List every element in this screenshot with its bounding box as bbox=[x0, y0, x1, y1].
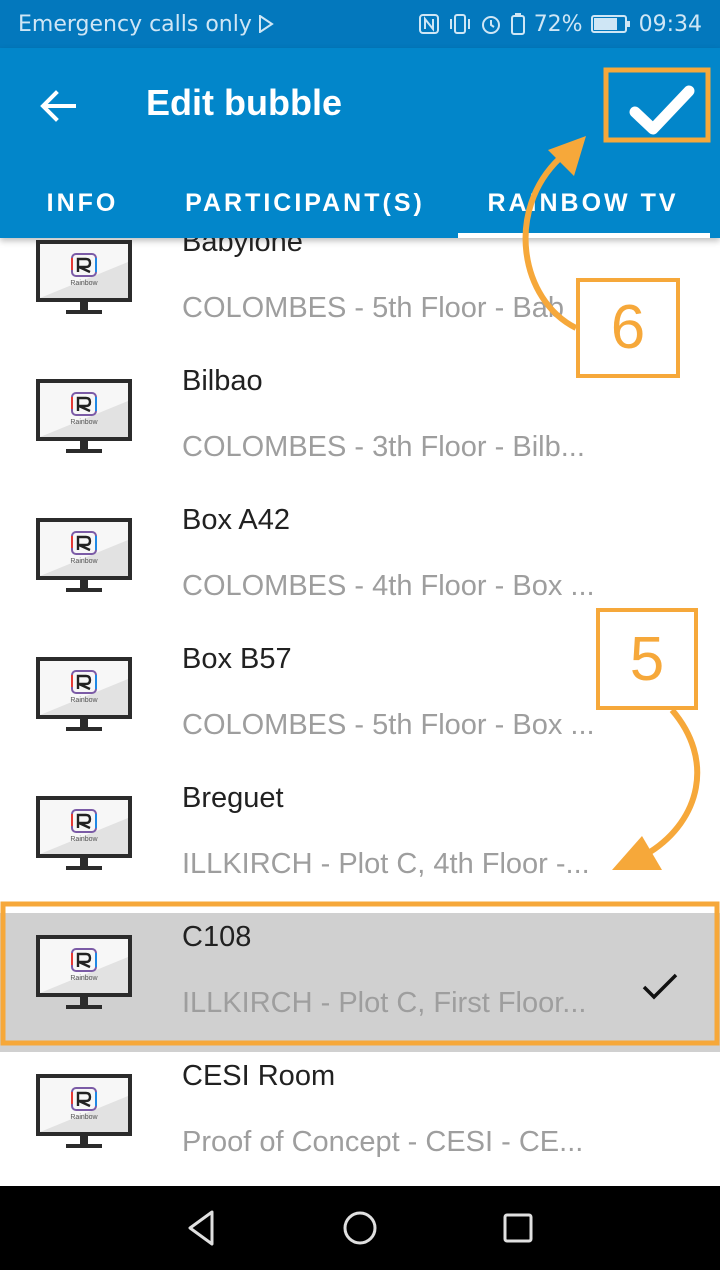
rainbow-tv-icon: Rainbow bbox=[34, 516, 134, 598]
room-name: Box A42 bbox=[182, 504, 291, 536]
room-list-item[interactable]: Rainbow CESI Room Proof of Concept - CESI … bbox=[0, 1052, 720, 1186]
app-bar: Edit bubble INFO PARTICIPANT(S) RAINBOW … bbox=[0, 48, 720, 238]
room-location: COLOMBES - 5th Floor - Box ... bbox=[182, 709, 595, 741]
rainbow-tv-icon: Rainbow bbox=[34, 933, 134, 1015]
room-name: Box B57 bbox=[182, 643, 292, 675]
room-list-item[interactable]: Rainbow Breguet ILLKIRCH - Plot C, 4th Flo… bbox=[0, 774, 720, 913]
room-location: ILLKIRCH - Plot C, First Floor... bbox=[182, 987, 587, 1019]
battery-icon bbox=[590, 14, 631, 34]
network-status-text: Emergency calls only bbox=[18, 11, 252, 37]
room-location: COLOMBES - 3th Floor - Bilb... bbox=[182, 431, 585, 463]
nav-recents-button[interactable] bbox=[496, 1206, 540, 1250]
room-location: COLOMBES - 4th Floor - Box ... bbox=[182, 570, 595, 602]
vibrate-icon bbox=[448, 13, 472, 35]
room-name: Babylone bbox=[182, 238, 303, 258]
nfc-icon bbox=[418, 13, 440, 35]
checkmark-icon bbox=[629, 85, 695, 135]
room-name: C108 bbox=[182, 921, 252, 953]
rainbow-tv-icon: Rainbow bbox=[34, 794, 134, 876]
room-list[interactable]: Rainbow Babylone COLOMBES - 5th Floor - Ba… bbox=[0, 238, 720, 1186]
arrow-left-icon bbox=[40, 90, 76, 122]
tab-bar: INFO PARTICIPANT(S) RAINBOW TV bbox=[0, 168, 720, 238]
svg-text:Rainbow: Rainbow bbox=[70, 280, 98, 287]
nav-home-button[interactable] bbox=[338, 1206, 382, 1250]
rainbow-tv-icon: Rainbow bbox=[34, 655, 134, 737]
circle-home-icon bbox=[343, 1211, 377, 1245]
back-button[interactable] bbox=[36, 84, 80, 128]
clock: 09:34 bbox=[638, 11, 702, 37]
room-name: CESI Room bbox=[182, 1060, 336, 1092]
svg-text:Rainbow: Rainbow bbox=[70, 558, 98, 565]
room-name: Breguet bbox=[182, 782, 284, 814]
room-location: ILLKIRCH - Plot C, 4th Floor -... bbox=[182, 848, 590, 880]
rainbow-tv-icon: Rainbow bbox=[34, 238, 134, 320]
svg-text:Rainbow: Rainbow bbox=[70, 697, 98, 704]
battery-saver-icon bbox=[510, 13, 526, 35]
room-location: COLOMBES - 5th Floor - Bab bbox=[182, 292, 564, 324]
room-list-item[interactable]: Rainbow Babylone COLOMBES - 5th Floor - Ba… bbox=[0, 238, 720, 357]
tab-participants[interactable]: PARTICIPANT(S) bbox=[165, 168, 445, 238]
rainbow-tv-icon: Rainbow bbox=[34, 377, 134, 459]
room-list-item[interactable]: Rainbow C108 ILLKIRCH - Plot C, First Floo… bbox=[0, 913, 720, 1052]
square-recents-icon bbox=[503, 1213, 533, 1243]
tab-info[interactable]: INFO bbox=[0, 168, 165, 238]
room-list-item[interactable]: Rainbow Box A42 COLOMBES - 4th Floor - Box… bbox=[0, 496, 720, 635]
navigation-bar bbox=[0, 1186, 720, 1270]
status-bar: Emergency calls only 72% 09:34 bbox=[0, 0, 720, 48]
nav-back-button[interactable] bbox=[180, 1206, 224, 1250]
room-list-item[interactable]: Rainbow Bilbao COLOMBES - 3th Floor - Bilb… bbox=[0, 357, 720, 496]
page-title: Edit bubble bbox=[146, 82, 342, 123]
room-name: Bilbao bbox=[182, 365, 263, 397]
triangle-back-icon bbox=[188, 1210, 214, 1246]
room-list-item[interactable]: Rainbow Box B57 COLOMBES - 5th Floor - Box… bbox=[0, 635, 720, 774]
selected-check-icon bbox=[640, 969, 680, 1005]
play-store-icon bbox=[258, 15, 274, 33]
rainbow-tv-icon: Rainbow bbox=[34, 1072, 134, 1154]
svg-text:Rainbow: Rainbow bbox=[70, 419, 98, 426]
confirm-button[interactable] bbox=[616, 74, 708, 146]
battery-percent: 72% bbox=[533, 11, 583, 37]
svg-text:Rainbow: Rainbow bbox=[70, 836, 98, 843]
room-location: Proof of Concept - CESI - CE... bbox=[182, 1126, 584, 1158]
svg-text:Rainbow: Rainbow bbox=[70, 1114, 98, 1121]
svg-text:Rainbow: Rainbow bbox=[70, 975, 98, 982]
alarm-icon bbox=[480, 13, 502, 35]
tab-rainbow-tv[interactable]: RAINBOW TV bbox=[458, 168, 708, 238]
